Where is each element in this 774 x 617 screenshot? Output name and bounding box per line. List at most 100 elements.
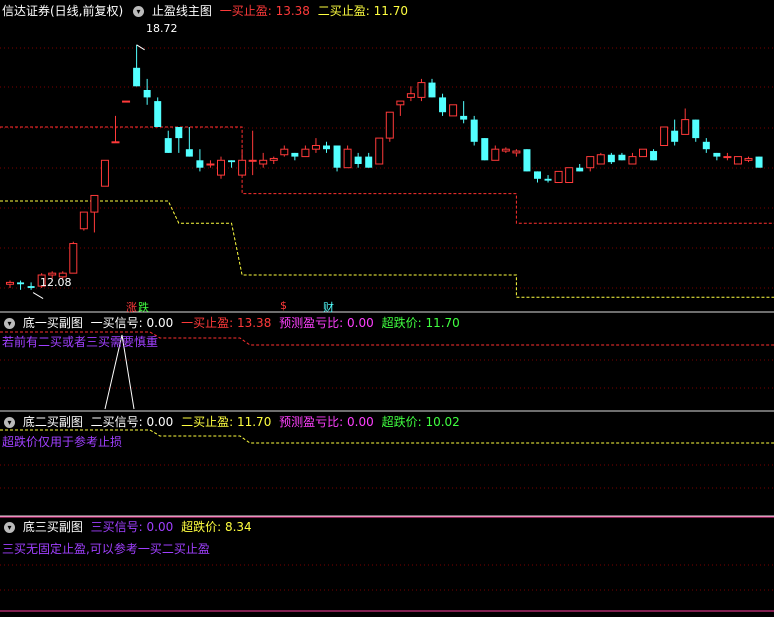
- candlestick: [681, 108, 690, 135]
- candle-body: [48, 272, 57, 276]
- candlestick: [154, 97, 162, 127]
- candle-body: [512, 150, 521, 154]
- candlestick: [343, 145, 352, 169]
- candle-body: [301, 148, 310, 158]
- sub1-sig-label: 一买信号:: [90, 316, 143, 330]
- candle-body: [671, 130, 679, 142]
- sub3-note: 三买无固定止盈,可以参考一买二买止盈: [2, 542, 210, 556]
- sub1-tp-label: 一买止盈:: [181, 316, 234, 330]
- candle-body: [100, 159, 109, 187]
- candlestick: [723, 152, 732, 161]
- sub2-tp-value: 11.70: [236, 415, 272, 429]
- candle-body: [744, 157, 753, 161]
- mark-dollar: $: [280, 299, 287, 312]
- sub2-note: 超跌价仅用于参考止损: [2, 435, 123, 449]
- sub1-pr-value: 0.00: [347, 316, 374, 330]
- candle-body: [607, 154, 615, 163]
- candle-body: [428, 82, 436, 98]
- candlestick: [607, 152, 615, 164]
- chevron-down-icon[interactable]: ▾: [4, 318, 15, 329]
- candle-body: [576, 167, 584, 172]
- sub3-sig-label: 三买信号:: [90, 520, 143, 534]
- candle-body: [449, 104, 458, 117]
- candlestick: [269, 156, 278, 164]
- candle-body: [650, 151, 658, 161]
- chevron-down-icon[interactable]: ▾: [133, 6, 145, 17]
- indicator-name[interactable]: 止盈线主图: [152, 4, 212, 18]
- candle-body: [111, 141, 120, 144]
- sub2-pr-value: 0.00: [347, 415, 374, 429]
- candle-body: [280, 148, 289, 156]
- sub3-header: ▾ 底三买副图 三买信号: 0.00 超跌价: 8.34: [2, 519, 256, 535]
- candlestick: [417, 78, 426, 102]
- candlestick: [291, 152, 299, 161]
- candle-body: [396, 100, 405, 106]
- candlestick: [396, 100, 405, 116]
- candlestick: [744, 156, 753, 163]
- candle-body: [133, 67, 141, 87]
- mark-zhang: 涨: [126, 301, 137, 314]
- main-panel-header: 信达证券(日线,前复权) ▾ 止盈线主图 一买止盈: 13.38 二买止盈: 1…: [2, 3, 412, 19]
- candle-body: [692, 119, 700, 139]
- candlestick: [17, 280, 25, 290]
- candlestick: [406, 86, 415, 102]
- candle-body: [565, 167, 574, 183]
- candle-body: [385, 111, 394, 139]
- candlestick: [449, 104, 458, 117]
- candlestick: [301, 145, 310, 158]
- candlestick: [618, 152, 626, 161]
- sub2-os-label: 超跌价:: [381, 415, 422, 429]
- candle-body: [259, 159, 268, 165]
- candlestick: [565, 167, 574, 183]
- chevron-down-icon[interactable]: ▾: [4, 417, 15, 428]
- candlestick: [733, 156, 742, 165]
- candlestick: [217, 156, 225, 179]
- candle-body: [681, 119, 690, 135]
- candlestick: [185, 127, 193, 157]
- candle-body: [501, 148, 510, 152]
- candlestick: [660, 126, 669, 146]
- candlestick: [501, 147, 510, 153]
- candle-body: [723, 156, 732, 159]
- candlestick: [481, 138, 489, 161]
- candle-body: [417, 82, 426, 98]
- mark-cai: 财: [323, 301, 334, 314]
- candle-body: [343, 148, 352, 169]
- candle-body: [554, 170, 563, 183]
- candlestick: [650, 149, 658, 161]
- v1-value: 13.38: [275, 4, 310, 18]
- candle-body: [196, 160, 204, 168]
- sub1-name[interactable]: 底一买副图: [23, 316, 83, 330]
- candlestick: [228, 160, 236, 168]
- candlestick: [554, 170, 563, 183]
- candle-body: [733, 156, 742, 165]
- sub3-name[interactable]: 底三买副图: [23, 520, 83, 534]
- candlestick: [460, 101, 468, 124]
- candlestick: [100, 159, 109, 187]
- candlestick: [206, 160, 215, 168]
- candle-body: [238, 159, 247, 176]
- sub2-pr-label: 预测盈亏比:: [279, 415, 344, 429]
- candle-body: [333, 145, 341, 168]
- candle-body: [470, 119, 478, 142]
- candle-body: [17, 282, 25, 285]
- candle-body: [291, 152, 299, 157]
- sub1-os-label: 超跌价:: [381, 316, 422, 330]
- candlestick: [512, 149, 521, 157]
- sub3-sig-value: 0.00: [146, 520, 174, 534]
- candle-body: [618, 154, 626, 161]
- sub2-name[interactable]: 底二买副图: [23, 415, 83, 429]
- chevron-down-icon[interactable]: ▾: [4, 522, 15, 533]
- sub1-note: 若前有二买或者三买需要慎重: [2, 335, 159, 349]
- candlestick: [6, 280, 14, 288]
- candlestick: [164, 130, 172, 153]
- candlestick: [639, 148, 647, 158]
- candlestick: [439, 93, 447, 116]
- low-price-label: 12.08: [40, 276, 72, 289]
- stock-title: 信达证券(日线,前复权): [2, 4, 124, 18]
- candle-body: [596, 154, 605, 165]
- candle-body: [122, 100, 131, 103]
- candle-body: [6, 281, 14, 285]
- candlestick: [385, 111, 394, 142]
- candlestick: [27, 282, 35, 290]
